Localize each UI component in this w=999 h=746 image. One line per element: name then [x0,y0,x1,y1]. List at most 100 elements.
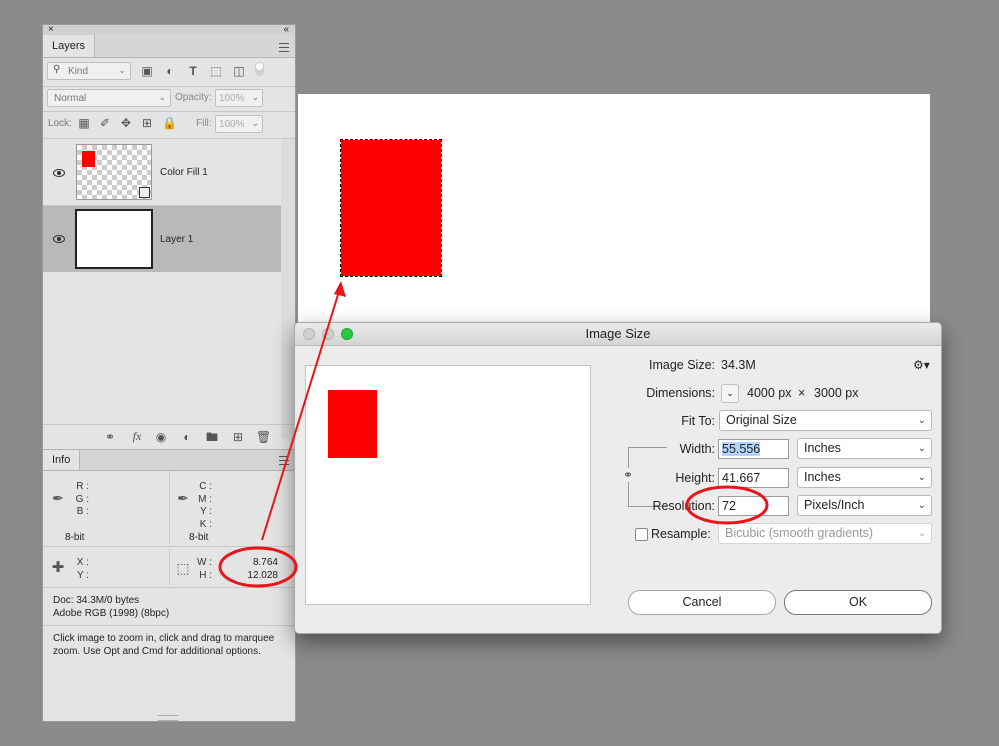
resolution-unit-select[interactable]: Pixels/Inch ⌄ [797,495,932,516]
layer-row-color-fill[interactable]: Color Fill 1 [43,139,281,205]
height-value: 41.667 [722,471,761,485]
height-unit: Inches [804,470,841,484]
lock-image-icon[interactable]: ✐ [99,117,111,129]
image-size-label: Image Size: [648,358,715,372]
resample-checkbox[interactable] [635,528,648,541]
hint-text: Click image to zoom in, click and drag t… [53,633,275,657]
type-filter-icon[interactable]: T [187,65,199,77]
resample-method-select[interactable]: Bicubic (smooth gradients) ⌄ [718,523,932,544]
width-unit-select[interactable]: Inches ⌄ [797,438,932,459]
toggle-knob [256,63,263,70]
visibility-eye-icon[interactable] [53,235,65,243]
shape-filter-icon[interactable]: ⬚ [210,65,222,77]
new-layer-icon[interactable]: ⊞ [231,431,245,443]
selection-width-value: 8.764 [252,557,278,568]
filter-kind-select[interactable]: ⚲ Kind ⌄ [47,62,131,80]
zoom-window-button[interactable] [341,328,353,340]
eyedropper-icon: ✒ [177,490,189,506]
close-panel-icon[interactable]: × [48,25,54,35]
filter-toggle[interactable] [255,62,264,76]
trash-icon[interactable]: 🗑 [256,431,271,443]
resolution-label: Resolution: [652,499,715,513]
layer-name: Color Fill 1 [160,167,208,178]
image-preview[interactable] [305,365,591,605]
fit-to-select[interactable]: Original Size ⌄ [719,410,932,431]
c-label: C : [199,481,212,492]
dimensions-times: × [798,386,806,400]
fill-value: 100% [219,119,245,130]
gear-icon[interactable]: ⚙▾ [913,358,930,372]
adjustment-filter-icon[interactable]: ◐ [164,65,176,77]
height-unit-select[interactable]: Inches ⌄ [797,467,932,488]
panel-topbar: × « [43,25,295,35]
red-rectangle-selection[interactable] [340,139,442,277]
lock-transparent-icon[interactable]: ▦ [78,117,90,129]
document-canvas[interactable] [298,94,930,330]
lock-label: Lock: [48,118,72,129]
lock-all-icon[interactable]: 🔒 [162,117,177,129]
opacity-value: 100% [219,93,245,104]
crosshair-icon: ✚ [51,559,65,576]
chevron-down-icon: ⌄ [158,92,166,102]
lock-artboard-icon[interactable]: ⊞ [141,117,153,129]
resolution-input[interactable]: 72 [718,496,789,516]
resize-grip-icon[interactable] [158,715,178,721]
chevron-down-icon[interactable]: ⌄ [721,384,739,403]
tab-info[interactable]: Info [43,450,81,470]
selection-size-icon: ⬚ [176,560,190,576]
xy-labels: X : Y : [71,557,89,582]
layers-panel: × « Layers ⚲ Kind ⌄ ▣ ◐ T ⬚ ◫ Normal ⌄ O… [42,24,296,722]
layer-name: Layer 1 [160,234,194,245]
cmyk-labels: C : M : Y : K : [194,481,212,531]
divider [43,587,295,588]
chevron-down-icon: ⌄ [917,415,926,426]
divider [169,549,170,585]
y-label: Y : [76,569,89,581]
link-icon[interactable]: ⚭ [103,431,117,443]
selection-height-value: 12.028 [247,569,278,581]
fill-field[interactable]: 100% ⌄ [215,115,263,133]
layer-row-layer-1[interactable]: Layer 1 [43,206,281,272]
preview-red-shape [328,390,377,458]
eyedropper-icon: ✒ [52,490,64,506]
chevron-down-icon: ⌄ [251,118,259,128]
doc-info: Doc: 34.3M/0 bytes Adobe RGB (1998) (8bp… [53,595,169,620]
collapse-panel-icon[interactable]: « [283,25,289,35]
dialog-titlebar: Image Size [295,323,941,346]
fill-adjust-badge-icon [139,187,150,198]
resolution-value: 72 [722,499,736,513]
tab-layers[interactable]: Layers [43,35,96,57]
ok-button[interactable]: OK [784,590,932,615]
wh-labels: W : H : [194,557,212,582]
fit-to-value: Original Size [726,413,797,427]
pixel-filter-icon[interactable]: ▣ [141,65,153,77]
height-label: Height: [675,471,715,485]
resample-label: Resample: [651,527,711,541]
close-window-button[interactable] [303,328,315,340]
fx-icon[interactable]: fx [129,430,145,442]
y-label: Y : [199,506,212,517]
width-value: 55.556 [722,442,761,456]
resample-method: Bicubic (smooth gradients) [725,526,873,540]
blend-mode-select[interactable]: Normal ⌄ [47,89,171,107]
folder-icon[interactable]: 🖿 [205,431,219,443]
info-menu-icon[interactable] [279,456,289,465]
lock-position-icon[interactable]: ✥ [120,117,132,129]
layers-scrollbar[interactable] [281,139,295,439]
x-label: X : [76,557,89,568]
smart-object-filter-icon[interactable]: ◫ [233,65,245,77]
panel-menu-icon[interactable] [279,43,289,52]
opacity-field[interactable]: 100% ⌄ [215,89,263,107]
m-label: M : [198,493,212,505]
rgb-labels: R : G : B : [71,481,89,519]
minimize-window-button[interactable] [322,328,334,340]
doc-size-text: Doc: 34.3M/0 bytes [53,595,140,606]
bit-depth-left: 8-bit [65,532,85,543]
width-input[interactable]: 55.556 [718,439,789,459]
mask-icon[interactable]: ◉ [154,431,168,443]
cancel-button[interactable]: Cancel [628,590,776,615]
height-input[interactable]: 41.667 [718,468,789,488]
visibility-eye-icon[interactable] [53,169,65,177]
adjustment-icon[interactable]: ◐ [180,431,194,443]
r-label: R : [76,481,89,492]
